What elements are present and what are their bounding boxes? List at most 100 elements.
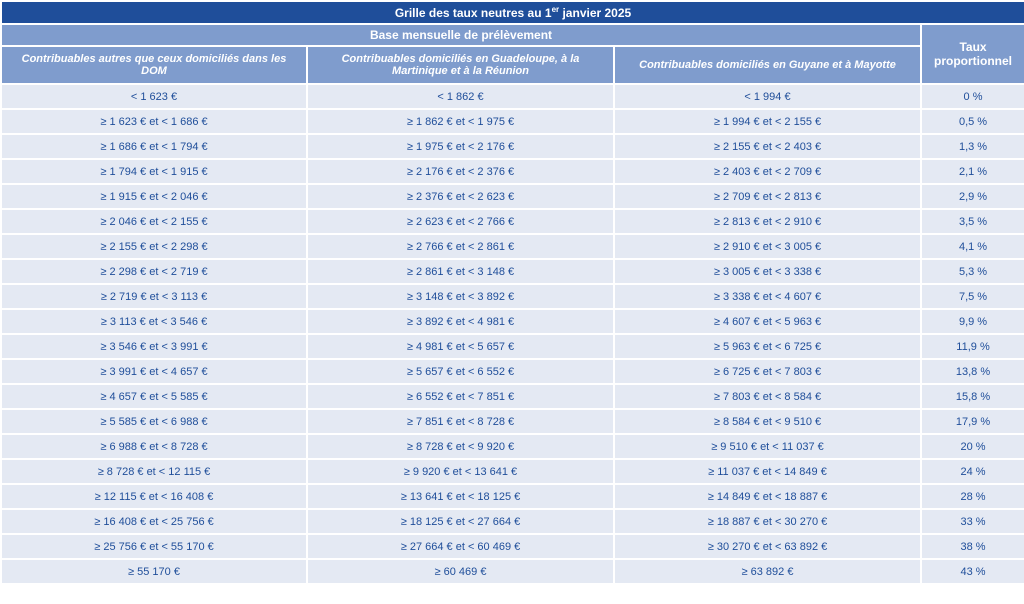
column-header-metropole: Contribuables autres que ceux domiciliés… — [2, 47, 306, 83]
table-row: ≥ 16 408 € et < 25 756 € ≥ 18 125 € et < … — [2, 510, 1024, 533]
taux-cell: 13,8 % — [922, 360, 1024, 383]
base-grm-cell: ≥ 3 892 € et < 4 981 € — [308, 310, 613, 333]
base-grm-cell: ≥ 2 176 € et < 2 376 € — [308, 160, 613, 183]
table-row: ≥ 1 623 € et < 1 686 € ≥ 1 862 € et < 1 9… — [2, 110, 1024, 133]
base-grm-cell: ≥ 4 981 € et < 5 657 € — [308, 335, 613, 358]
table-row: ≥ 3 113 € et < 3 546 € ≥ 3 892 € et < 4 9… — [2, 310, 1024, 333]
base-metropole-cell: ≥ 1 623 € et < 1 686 € — [2, 110, 306, 133]
base-metropole-cell: ≥ 5 585 € et < 6 988 € — [2, 410, 306, 433]
taux-cell: 2,9 % — [922, 185, 1024, 208]
column-header-guadeloupe-martinique-reunion: Contribuables domiciliés en Guadeloupe, … — [308, 47, 613, 83]
base-metropole-cell: ≥ 3 546 € et < 3 991 € — [2, 335, 306, 358]
base-guyane-mayotte-cell: ≥ 14 849 € et < 18 887 € — [615, 485, 920, 508]
base-guyane-mayotte-cell: ≥ 63 892 € — [615, 560, 920, 583]
table-title: Grille des taux neutres au 1er janvier 2… — [2, 2, 1024, 23]
table-row: ≥ 1 915 € et < 2 046 € ≥ 2 376 € et < 2 6… — [2, 185, 1024, 208]
base-grm-cell: ≥ 60 469 € — [308, 560, 613, 583]
base-grm-cell: ≥ 6 552 € et < 7 851 € — [308, 385, 613, 408]
base-guyane-mayotte-cell: ≥ 18 887 € et < 30 270 € — [615, 510, 920, 533]
base-metropole-cell: ≥ 2 155 € et < 2 298 € — [2, 235, 306, 258]
table-row: < 1 623 € < 1 862 € < 1 994 €0 % — [2, 85, 1024, 108]
taux-cell: 24 % — [922, 460, 1024, 483]
table-title-superscript: er — [551, 4, 560, 14]
taux-header-line1: Taux — [959, 40, 987, 54]
taux-cell: 38 % — [922, 535, 1024, 558]
table-body: < 1 623 € < 1 862 € < 1 994 €0 % ≥ 1 623 € … — [2, 85, 1024, 583]
base-metropole-cell: ≥ 12 115 € et < 16 408 € — [2, 485, 306, 508]
base-grm-cell: ≥ 9 920 € et < 13 641 € — [308, 460, 613, 483]
table-row: ≥ 2 155 € et < 2 298 € ≥ 2 766 € et < 2 8… — [2, 235, 1024, 258]
table-row: ≥ 3 546 € et < 3 991 € ≥ 4 981 € et < 5 6… — [2, 335, 1024, 358]
rate-grid-table: Grille des taux neutres au 1er janvier 2… — [0, 0, 1024, 585]
base-metropole-cell: < 1 623 € — [2, 85, 306, 108]
base-metropole-cell: ≥ 4 657 € et < 5 585 € — [2, 385, 306, 408]
taux-cell: 43 % — [922, 560, 1024, 583]
base-grm-cell: ≥ 18 125 € et < 27 664 € — [308, 510, 613, 533]
taux-cell: 9,9 % — [922, 310, 1024, 333]
base-guyane-mayotte-cell: ≥ 30 270 € et < 63 892 € — [615, 535, 920, 558]
base-grm-cell: ≥ 27 664 € et < 60 469 € — [308, 535, 613, 558]
base-guyane-mayotte-cell: < 1 994 € — [615, 85, 920, 108]
base-grm-cell: < 1 862 € — [308, 85, 613, 108]
base-grm-cell: ≥ 2 861 € et < 3 148 € — [308, 260, 613, 283]
taux-cell: 2,1 % — [922, 160, 1024, 183]
taux-cell: 5,3 % — [922, 260, 1024, 283]
table-row: ≥ 4 657 € et < 5 585 € ≥ 6 552 € et < 7 8… — [2, 385, 1024, 408]
taux-cell: 4,1 % — [922, 235, 1024, 258]
taux-cell: 3,5 % — [922, 210, 1024, 233]
table-row: ≥ 1 686 € et < 1 794 € ≥ 1 975 € et < 2 1… — [2, 135, 1024, 158]
base-metropole-cell: ≥ 6 988 € et < 8 728 € — [2, 435, 306, 458]
column-header-guyane-mayotte: Contribuables domiciliés en Guyane et à … — [615, 47, 920, 83]
table-row: ≥ 25 756 € et < 55 170 € ≥ 27 664 € et < … — [2, 535, 1024, 558]
base-metropole-cell: ≥ 2 719 € et < 3 113 € — [2, 285, 306, 308]
base-mensuelle-header: Base mensuelle de prélèvement — [2, 25, 920, 45]
base-guyane-mayotte-cell: ≥ 4 607 € et < 5 963 € — [615, 310, 920, 333]
base-grm-cell: ≥ 1 975 € et < 2 176 € — [308, 135, 613, 158]
base-metropole-cell: ≥ 1 915 € et < 2 046 € — [2, 185, 306, 208]
base-metropole-cell: ≥ 2 046 € et < 2 155 € — [2, 210, 306, 233]
table-row: ≥ 2 046 € et < 2 155 € ≥ 2 623 € et < 2 7… — [2, 210, 1024, 233]
table-title-suffix: janvier 2025 — [559, 5, 632, 20]
table-row: ≥ 6 988 € et < 8 728 € ≥ 8 728 € et < 9 9… — [2, 435, 1024, 458]
base-metropole-cell: ≥ 3 991 € et < 4 657 € — [2, 360, 306, 383]
base-guyane-mayotte-cell: ≥ 2 910 € et < 3 005 € — [615, 235, 920, 258]
base-grm-cell: ≥ 3 148 € et < 3 892 € — [308, 285, 613, 308]
base-guyane-mayotte-cell: ≥ 2 709 € et < 2 813 € — [615, 185, 920, 208]
taux-cell: 33 % — [922, 510, 1024, 533]
base-grm-cell: ≥ 7 851 € et < 8 728 € — [308, 410, 613, 433]
base-metropole-cell: ≥ 2 298 € et < 2 719 € — [2, 260, 306, 283]
base-metropole-cell: ≥ 3 113 € et < 3 546 € — [2, 310, 306, 333]
taux-cell: 0 % — [922, 85, 1024, 108]
table-row: ≥ 2 298 € et < 2 719 € ≥ 2 861 € et < 3 1… — [2, 260, 1024, 283]
taux-cell: 20 % — [922, 435, 1024, 458]
base-guyane-mayotte-cell: ≥ 8 584 € et < 9 510 € — [615, 410, 920, 433]
base-metropole-cell: ≥ 25 756 € et < 55 170 € — [2, 535, 306, 558]
base-metropole-cell: ≥ 1 794 € et < 1 915 € — [2, 160, 306, 183]
table-row: ≥ 55 170 € ≥ 60 469 € ≥ 63 892 €43 % — [2, 560, 1024, 583]
base-metropole-cell: ≥ 8 728 € et < 12 115 € — [2, 460, 306, 483]
base-metropole-cell: ≥ 1 686 € et < 1 794 € — [2, 135, 306, 158]
table-title-prefix: Grille des taux neutres au 1 — [394, 5, 552, 20]
base-grm-cell: ≥ 5 657 € et < 6 552 € — [308, 360, 613, 383]
base-grm-cell: ≥ 1 862 € et < 1 975 € — [308, 110, 613, 133]
base-grm-cell: ≥ 2 376 € et < 2 623 € — [308, 185, 613, 208]
taux-header-line2: proportionnel — [934, 54, 1013, 68]
base-guyane-mayotte-cell: ≥ 9 510 € et < 11 037 € — [615, 435, 920, 458]
taux-cell: 7,5 % — [922, 285, 1024, 308]
table-row: ≥ 3 991 € et < 4 657 € ≥ 5 657 € et < 6 5… — [2, 360, 1024, 383]
base-grm-cell: ≥ 2 766 € et < 2 861 € — [308, 235, 613, 258]
table-row: ≥ 5 585 € et < 6 988 € ≥ 7 851 € et < 8 7… — [2, 410, 1024, 433]
taux-cell: 15,8 % — [922, 385, 1024, 408]
base-guyane-mayotte-cell: ≥ 2 155 € et < 2 403 € — [615, 135, 920, 158]
taux-cell: 0,5 % — [922, 110, 1024, 133]
base-guyane-mayotte-cell: ≥ 1 994 € et < 2 155 € — [615, 110, 920, 133]
taux-cell: 17,9 % — [922, 410, 1024, 433]
base-metropole-cell: ≥ 55 170 € — [2, 560, 306, 583]
table-row: ≥ 12 115 € et < 16 408 € ≥ 13 641 € et < … — [2, 485, 1024, 508]
base-grm-cell: ≥ 2 623 € et < 2 766 € — [308, 210, 613, 233]
base-guyane-mayotte-cell: ≥ 6 725 € et < 7 803 € — [615, 360, 920, 383]
base-guyane-mayotte-cell: ≥ 3 005 € et < 3 338 € — [615, 260, 920, 283]
table-row: ≥ 8 728 € et < 12 115 € ≥ 9 920 € et < 13… — [2, 460, 1024, 483]
base-guyane-mayotte-cell: ≥ 11 037 € et < 14 849 € — [615, 460, 920, 483]
base-guyane-mayotte-cell: ≥ 5 963 € et < 6 725 € — [615, 335, 920, 358]
